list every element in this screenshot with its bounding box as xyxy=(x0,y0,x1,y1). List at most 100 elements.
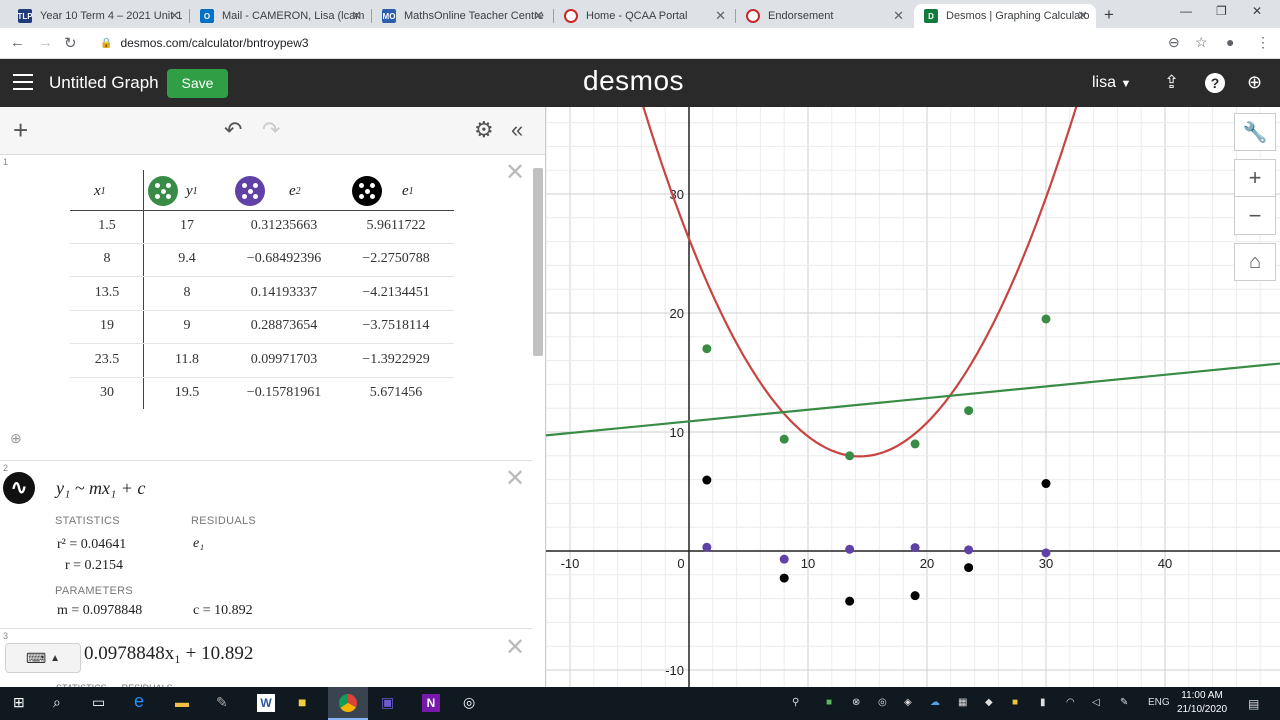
battery-icon[interactable]: ▮ xyxy=(1040,697,1046,708)
keyboard-toggle-button[interactable]: ⌨ ▲ xyxy=(5,643,81,673)
share-icon[interactable]: ⇪ xyxy=(1164,72,1179,93)
home-zoom-icon[interactable]: ⌂ xyxy=(1234,243,1276,281)
delete-expression-icon[interactable]: ✕ xyxy=(505,636,525,660)
table-cell[interactable]: −3.7518114 xyxy=(336,318,456,334)
graph-settings-wrench-icon[interactable]: 🔧 xyxy=(1234,113,1276,151)
close-icon[interactable]: ✕ xyxy=(533,8,544,24)
language-indicator[interactable]: ENG xyxy=(1148,697,1170,708)
edge-icon[interactable]: e xyxy=(134,691,144,712)
settings-gear-icon[interactable]: ⚙ xyxy=(474,117,494,143)
regression-expression[interactable]: y₁ ~ mx₁ + c xyxy=(56,478,145,499)
close-icon[interactable]: ✕ xyxy=(715,8,726,24)
graph-title[interactable]: Untitled Graph xyxy=(49,73,159,93)
tray-icon[interactable]: ■ xyxy=(1012,697,1018,708)
point-style-icon[interactable] xyxy=(235,176,265,206)
sticky-notes-icon[interactable]: ■ xyxy=(298,694,306,710)
reload-icon[interactable]: ↻ xyxy=(64,34,77,52)
tray-icon[interactable]: ◈ xyxy=(904,697,912,708)
table-cell[interactable]: −4.2134451 xyxy=(336,285,456,301)
people-icon[interactable]: ⚲ xyxy=(792,697,799,708)
table-row-divider xyxy=(70,376,454,378)
browser-tab-desmos[interactable]: D Desmos | Graphing Calculato ✕ xyxy=(914,4,1096,28)
user-menu[interactable]: lisa ▼ xyxy=(1092,74,1131,92)
maximize-icon[interactable]: ❐ xyxy=(1216,4,1227,18)
table-cell[interactable]: 5.671456 xyxy=(336,385,456,401)
profile-icon[interactable]: ● xyxy=(1226,34,1234,50)
expression-3[interactable]: 0.0978848x₁ + 10.892 xyxy=(84,643,253,665)
hamburger-menu-icon[interactable] xyxy=(13,74,33,90)
onedrive-icon[interactable]: ☁ xyxy=(930,697,940,708)
pen-icon[interactable]: ✎ xyxy=(1120,697,1128,708)
notifications-icon[interactable]: ▤ xyxy=(1248,697,1259,711)
close-icon[interactable]: ✕ xyxy=(169,8,180,24)
app-icon[interactable]: ✎ xyxy=(216,694,228,711)
windows-start-icon[interactable]: ⊞ xyxy=(13,694,25,711)
data-point-y1 xyxy=(779,434,789,444)
minimize-icon[interactable]: — xyxy=(1180,4,1192,18)
tray-icon[interactable]: ◆ xyxy=(985,697,993,708)
x-tick-label: 0 xyxy=(677,556,684,571)
globe-icon[interactable]: ⊕ xyxy=(1247,72,1262,93)
tray-icon[interactable]: ◎ xyxy=(878,697,887,708)
close-icon[interactable]: ✕ xyxy=(351,8,362,24)
point-style-icon[interactable] xyxy=(148,176,178,206)
close-icon[interactable]: ✕ xyxy=(893,8,904,24)
table-cell[interactable]: −2.2750788 xyxy=(336,251,456,267)
table-cell[interactable]: −1.3922929 xyxy=(336,352,456,368)
zoom-out-button[interactable]: − xyxy=(1234,197,1276,235)
browser-tab-mail[interactable]: O Mail - CAMERON, Lisa (lcam ✕ xyxy=(190,4,370,28)
menu-dots-icon[interactable]: ⋮ xyxy=(1256,34,1270,51)
add-item-icon[interactable]: + xyxy=(13,115,28,146)
volume-icon[interactable]: ◁ xyxy=(1092,697,1100,708)
tray-icon[interactable]: ■ xyxy=(826,697,832,708)
help-icon[interactable]: ? xyxy=(1205,73,1225,93)
panel-scrollbar[interactable] xyxy=(533,168,543,356)
table-cell[interactable]: 0.09971703 xyxy=(224,352,344,368)
search-icon[interactable]: ⌕ xyxy=(53,694,61,711)
delete-expression-icon[interactable]: ✕ xyxy=(505,161,525,185)
chrome-taskbar-button[interactable] xyxy=(328,687,368,720)
table-cell[interactable]: −0.15781961 xyxy=(224,385,344,401)
app-icon[interactable]: ◎ xyxy=(463,694,475,711)
zoom-in-button[interactable]: + xyxy=(1234,159,1276,197)
graph-canvas[interactable]: -10 0 10 20 30 40302010-10 xyxy=(546,107,1280,687)
zoom-icon[interactable]: ⊖ xyxy=(1168,34,1180,51)
app-icon[interactable]: ▣ xyxy=(381,694,394,711)
table-header-x1[interactable]: x1 xyxy=(94,173,106,209)
residual-variable[interactable]: e₁ xyxy=(193,536,204,552)
wifi-icon[interactable]: ◠ xyxy=(1066,697,1075,708)
undo-icon[interactable]: ↶ xyxy=(224,117,242,143)
url-field[interactable]: 🔒 desmos.com/calculator/bntroypew3 xyxy=(92,31,1192,55)
file-explorer-icon[interactable]: ▬ xyxy=(175,694,189,710)
close-icon[interactable]: ✕ xyxy=(1077,8,1088,24)
onenote-icon[interactable]: N xyxy=(422,694,440,712)
table-header-y1[interactable]: y1 xyxy=(148,173,198,209)
redo-icon[interactable]: ↷ xyxy=(262,117,280,143)
bookmark-star-icon[interactable]: ☆ xyxy=(1195,34,1208,51)
table-cell[interactable]: 5.9611722 xyxy=(336,218,456,234)
word-icon[interactable]: W xyxy=(257,694,275,712)
save-button[interactable]: Save xyxy=(167,69,228,98)
window-close-icon[interactable]: ✕ xyxy=(1252,4,1262,18)
browser-tab-mathsonline[interactable]: MO MathsOnline Teacher Centre ✕ xyxy=(372,4,552,28)
point-style-icon[interactable] xyxy=(352,176,382,206)
tray-icon[interactable]: ⊗ xyxy=(852,697,860,708)
task-view-icon[interactable]: ▭ xyxy=(92,694,105,711)
table-header-e1[interactable]: e1 xyxy=(352,173,414,209)
table-cell[interactable]: 0.14193337 xyxy=(224,285,344,301)
tray-icon[interactable]: ▦ xyxy=(958,697,967,708)
new-tab-button[interactable]: + xyxy=(1104,5,1114,25)
table-cell[interactable]: −0.68492396 xyxy=(224,251,344,267)
browser-tab-qcaa[interactable]: Home - QCAA Portal ✕ xyxy=(554,4,734,28)
zoom-fit-icon[interactable]: ⊕ xyxy=(10,430,22,447)
back-icon[interactable]: ← xyxy=(10,34,25,51)
table-cell[interactable]: 0.31235663 xyxy=(224,218,344,234)
table-header-e2[interactable]: e2 xyxy=(235,173,301,209)
clock[interactable]: 11:00 AM 21/10/2020 xyxy=(1177,689,1227,717)
table-cell[interactable]: 0.28873654 xyxy=(224,318,344,334)
browser-tab-endorsement[interactable]: Endorsement ✕ xyxy=(736,4,912,28)
forward-icon[interactable]: → xyxy=(38,34,53,51)
browser-tab-year10[interactable]: TLP Year 10 Term 4 – 2021 Unit 1 ✕ xyxy=(8,4,188,28)
delete-expression-icon[interactable]: ✕ xyxy=(505,467,525,491)
collapse-panel-icon[interactable]: « xyxy=(511,117,523,143)
